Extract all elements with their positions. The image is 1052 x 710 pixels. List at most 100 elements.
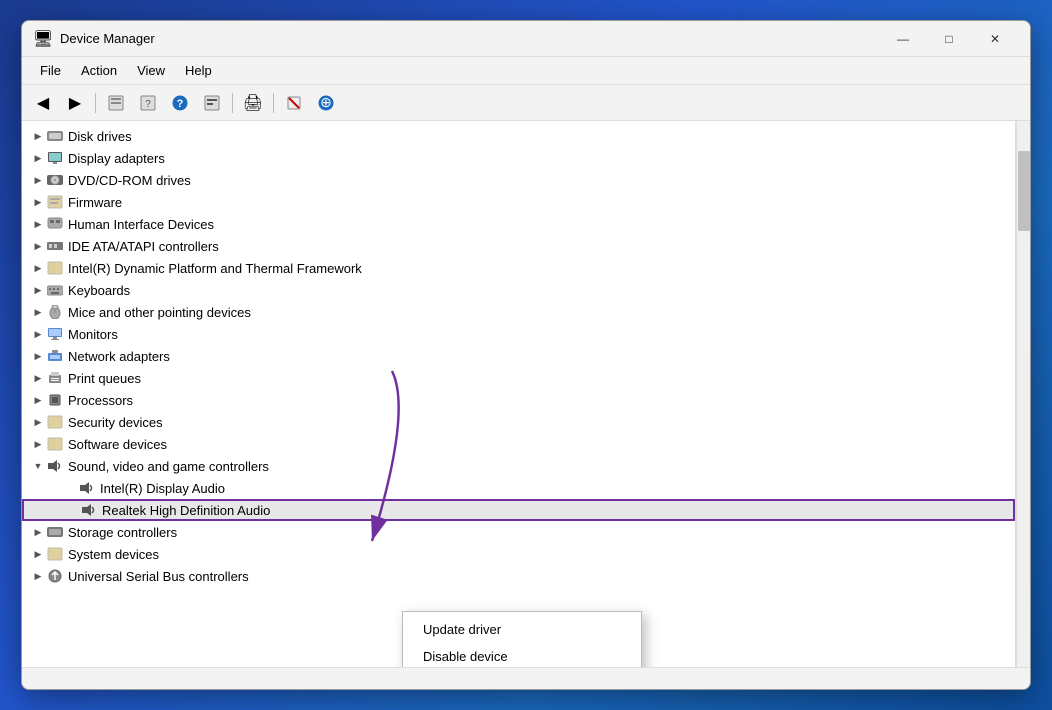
print-button[interactable]: 🖨: [238, 89, 268, 117]
menu-action[interactable]: Action: [71, 61, 127, 80]
properties-button[interactable]: [101, 89, 131, 117]
realtek-audio-item[interactable]: ▶ Realtek High Definition Audio: [22, 499, 1015, 521]
software-label: Software devices: [68, 437, 167, 452]
display-adapters-label: Display adapters: [68, 151, 165, 166]
sound-label: Sound, video and game controllers: [68, 459, 269, 474]
menu-file[interactable]: File: [30, 61, 71, 80]
processors-icon: [46, 392, 64, 408]
device-tree[interactable]: ▶ Disk drives ▶ Display adapters ▶: [22, 121, 1016, 667]
expand-toggle[interactable]: ▶: [30, 417, 46, 428]
usb-icon: [46, 568, 64, 584]
software-icon: [46, 436, 64, 452]
driver-details-button[interactable]: [197, 89, 227, 117]
list-item[interactable]: ▶ Display adapters: [22, 147, 1015, 169]
processors-label: Processors: [68, 393, 133, 408]
expand-toggle[interactable]: ▶: [30, 351, 46, 362]
expand-toggle[interactable]: ▶: [30, 285, 46, 296]
expand-toggle[interactable]: ▶: [30, 153, 46, 164]
system-label: System devices: [68, 547, 159, 562]
expand-toggle[interactable]: ▶: [30, 241, 46, 252]
expand-toggle[interactable]: ▶: [30, 527, 46, 538]
list-item[interactable]: ▶ Intel(R) Display Audio: [22, 477, 1015, 499]
disk-drives-icon: [46, 128, 64, 144]
print-icon: [46, 370, 64, 386]
expand-toggle[interactable]: ▼: [30, 461, 46, 471]
hid-icon: [46, 216, 64, 232]
content-area: ▶ Disk drives ▶ Display adapters ▶: [22, 121, 1030, 667]
forward-button[interactable]: ▶: [60, 89, 90, 117]
expand-toggle[interactable]: ▶: [30, 263, 46, 274]
dvd-icon: [46, 172, 64, 188]
svg-text:?: ?: [145, 99, 151, 110]
expand-toggle[interactable]: ▶: [30, 175, 46, 186]
svg-text:⊕: ⊕: [320, 94, 332, 110]
list-item[interactable]: ▶ Storage controllers: [22, 521, 1015, 543]
list-item[interactable]: ▼ Sound, video and game controllers: [22, 455, 1015, 477]
list-item[interactable]: ▶ Processors: [22, 389, 1015, 411]
toolbar-separator-3: [273, 93, 274, 113]
display-adapters-icon: [46, 150, 64, 166]
network-label: Network adapters: [68, 349, 170, 364]
hid-label: Human Interface Devices: [68, 217, 214, 232]
window-controls: — □ ✕: [880, 24, 1018, 54]
list-item[interactable]: ▶ Intel(R) Dynamic Platform and Thermal …: [22, 257, 1015, 279]
list-item[interactable]: ▶ System devices: [22, 543, 1015, 565]
list-item[interactable]: ▶ Software devices: [22, 433, 1015, 455]
menu-view[interactable]: View: [127, 61, 175, 80]
disable-button[interactable]: [279, 89, 309, 117]
expand-toggle[interactable]: ▶: [30, 549, 46, 560]
expand-toggle[interactable]: ▶: [30, 571, 46, 582]
back-button[interactable]: ◀: [28, 89, 58, 117]
usb-label: Universal Serial Bus controllers: [68, 569, 249, 584]
window-title: Device Manager: [60, 31, 880, 46]
expand-toggle[interactable]: ▶: [30, 131, 46, 142]
device-manager-window: 🖥 Device Manager — □ ✕ File Action View …: [21, 20, 1031, 690]
expand-toggle[interactable]: ▶: [30, 219, 46, 230]
list-item[interactable]: ▶ Human Interface Devices: [22, 213, 1015, 235]
expand-toggle[interactable]: ▶: [30, 373, 46, 384]
disable-device-item[interactable]: Disable device: [403, 643, 641, 667]
list-item[interactable]: ▶ Disk drives: [22, 125, 1015, 147]
list-item[interactable]: ▶ Security devices: [22, 411, 1015, 433]
expand-toggle[interactable]: ▶: [30, 395, 46, 406]
context-menu: Update driver Disable device Uninstall d…: [402, 611, 642, 667]
list-item[interactable]: ▶ Mice and other pointing devices: [22, 301, 1015, 323]
update-driver-toolbar-button[interactable]: ?: [133, 89, 163, 117]
intel-label: Intel(R) Dynamic Platform and Thermal Fr…: [68, 261, 362, 276]
mice-icon: [46, 304, 64, 320]
monitors-label: Monitors: [68, 327, 118, 342]
list-item[interactable]: ▶ Print queues: [22, 367, 1015, 389]
expand-toggle[interactable]: ▶: [30, 307, 46, 318]
help-button[interactable]: ?: [165, 89, 195, 117]
network-icon: [46, 348, 64, 364]
list-item[interactable]: ▶ Monitors: [22, 323, 1015, 345]
mice-label: Mice and other pointing devices: [68, 305, 251, 320]
ide-icon: [46, 238, 64, 254]
list-item[interactable]: ▶ Network adapters: [22, 345, 1015, 367]
monitors-icon: [46, 326, 64, 342]
expand-toggle[interactable]: ▶: [30, 197, 46, 208]
list-item[interactable]: ▶ DVD/CD-ROM drives: [22, 169, 1015, 191]
minimize-button[interactable]: —: [880, 24, 926, 54]
firmware-label: Firmware: [68, 195, 122, 210]
expand-toggle[interactable]: ▶: [30, 329, 46, 340]
menu-help[interactable]: Help: [175, 61, 222, 80]
disk-drives-label: Disk drives: [68, 129, 132, 144]
sound-icon: [46, 458, 64, 474]
system-icon: [46, 546, 64, 562]
intel-icon: [46, 260, 64, 276]
list-item[interactable]: ▶ IDE ATA/ATAPI controllers: [22, 235, 1015, 257]
intel-audio-icon: [78, 480, 96, 496]
list-item[interactable]: ▶ Keyboards: [22, 279, 1015, 301]
expand-toggle[interactable]: ▶: [30, 439, 46, 450]
close-button[interactable]: ✕: [972, 24, 1018, 54]
scrollbar[interactable]: [1016, 121, 1030, 667]
list-item[interactable]: ▶ Firmware: [22, 191, 1015, 213]
scan-button[interactable]: ⊕: [311, 89, 341, 117]
update-driver-item[interactable]: Update driver: [403, 616, 641, 643]
svg-text:?: ?: [177, 98, 184, 110]
maximize-button[interactable]: □: [926, 24, 972, 54]
list-item[interactable]: ▶ Universal Serial Bus controllers: [22, 565, 1015, 587]
scroll-thumb[interactable]: [1018, 151, 1030, 231]
storage-icon: [46, 524, 64, 540]
